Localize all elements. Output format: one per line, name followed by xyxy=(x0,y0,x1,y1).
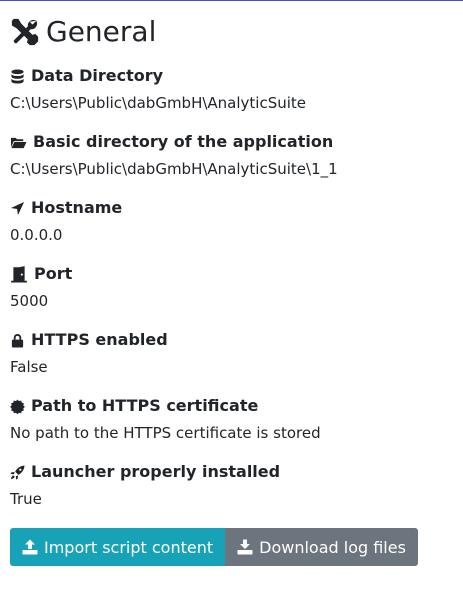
tools-icon xyxy=(10,17,40,47)
setting-port: Port 5000 xyxy=(10,264,455,312)
download-logs-button[interactable]: Download log files xyxy=(225,528,418,566)
import-script-label: Import script content xyxy=(44,537,214,557)
folder-open-icon xyxy=(10,135,27,150)
setting-label: Hostname xyxy=(10,198,455,218)
setting-value: No path to the HTTPS certificate is stor… xyxy=(10,424,321,442)
rocket-icon xyxy=(10,464,25,480)
page-title-text: General xyxy=(46,15,157,48)
setting-label-text: Path to HTTPS certificate xyxy=(31,396,259,415)
import-script-button[interactable]: Import script content xyxy=(10,528,226,566)
lock-icon xyxy=(10,333,25,348)
setting-label-text: Data Directory xyxy=(31,66,164,85)
setting-label: Port xyxy=(10,264,455,284)
setting-label: HTTPS enabled xyxy=(10,330,455,350)
setting-label-text: Launcher properly installed xyxy=(31,462,281,481)
download-logs-label: Download log files xyxy=(259,537,406,557)
setting-label: Launcher properly installed xyxy=(10,462,455,482)
setting-value: True xyxy=(10,490,42,508)
general-settings-panel: General Data Directory C:\Users\Public\d… xyxy=(10,12,455,566)
page-title: General xyxy=(10,12,455,52)
setting-label: Basic directory of the application xyxy=(10,132,455,152)
setting-value: C:\Users\Public\dabGmbH\AnalyticSuite xyxy=(10,94,307,112)
setting-label-text: Port xyxy=(34,264,73,283)
setting-value: C:\Users\Public\dabGmbH\AnalyticSuite\1_… xyxy=(10,160,338,178)
setting-value: 5000 xyxy=(10,292,49,310)
database-icon xyxy=(10,68,25,84)
setting-label-text: HTTPS enabled xyxy=(31,330,168,349)
upload-icon xyxy=(22,539,38,555)
setting-label: Path to HTTPS certificate xyxy=(10,396,455,416)
top-border xyxy=(0,0,463,1)
setting-value: 0.0.0.0 xyxy=(10,226,63,244)
setting-data-directory: Data Directory C:\Users\Public\dabGmbH\A… xyxy=(10,66,455,114)
setting-https-enabled: HTTPS enabled False xyxy=(10,330,455,378)
action-buttons: Import script content Download log files xyxy=(10,528,455,566)
setting-launcher-installed: Launcher properly installed True xyxy=(10,462,455,510)
setting-value: False xyxy=(10,358,48,376)
setting-label-text: Basic directory of the application xyxy=(33,132,334,151)
setting-label: Data Directory xyxy=(10,66,455,86)
setting-hostname: Hostname 0.0.0.0 xyxy=(10,198,455,246)
download-icon xyxy=(237,539,253,555)
door-open-icon xyxy=(10,265,28,283)
certificate-icon xyxy=(10,398,25,414)
setting-label-text: Hostname xyxy=(31,198,123,217)
setting-basic-directory: Basic directory of the application C:\Us… xyxy=(10,132,455,180)
location-arrow-icon xyxy=(10,201,25,216)
setting-https-certificate: Path to HTTPS certificate No path to the… xyxy=(10,396,455,444)
